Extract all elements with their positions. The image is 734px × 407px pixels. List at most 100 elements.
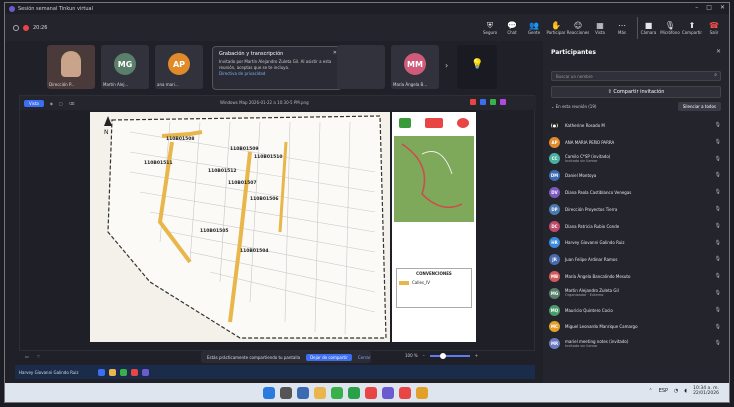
map-legend-panel: CONVENCIONES Calles_IV <box>392 112 476 342</box>
chevron-up-icon[interactable]: ⌃ <box>648 388 652 394</box>
zoom-value[interactable]: 100 % <box>405 353 418 358</box>
microphone-icon[interactable]: 🎙 <box>715 340 721 346</box>
participant-row[interactable]: DV Diana Paola Castiblanco Venegas 🎙 <box>549 184 725 201</box>
file-explorer-icon[interactable] <box>314 387 326 399</box>
wifi-icon[interactable]: ◔ <box>674 388 678 394</box>
microphone-icon[interactable]: 🎙 <box>715 256 721 262</box>
mute-all-button[interactable]: Silenciar a todos <box>677 102 721 111</box>
participant-row[interactable]: MB María Ángela Bancalindo Mesuto 🎙 <box>549 268 725 285</box>
app-icon[interactable] <box>416 387 428 399</box>
language-indicator[interactable]: ESP <box>659 388 668 394</box>
microphone-icon[interactable]: 🎙 <box>715 324 721 330</box>
color-swatch[interactable] <box>500 99 506 105</box>
phone-icon: ☎ <box>709 21 719 30</box>
toolbar-microphone-button[interactable]: 🎙 Micrófono <box>659 17 681 39</box>
spotify-icon[interactable] <box>331 387 343 399</box>
view-button[interactable]: Vista <box>24 99 44 107</box>
participant-row[interactable]: DP Dirección Proyectos Tierra 🎙 <box>549 201 725 218</box>
avatar: MG <box>114 53 136 75</box>
toolbar-share-button[interactable]: ⬆ Compartir <box>681 17 703 39</box>
task-view-icon[interactable] <box>297 387 309 399</box>
toolbar-more-button[interactable]: ⋯ Más <box>611 17 633 39</box>
participant-tile[interactable]: MM María Ángela B... <box>391 45 439 89</box>
close-icon[interactable]: ✕ <box>720 4 725 11</box>
toolbar-smile-button[interactable]: ☺ Reacciones <box>567 17 590 39</box>
heart-icon[interactable]: ♡ <box>37 354 41 359</box>
microphone-icon[interactable]: 🎙 <box>715 240 721 246</box>
microphone-icon[interactable]: 🎙 <box>715 189 721 195</box>
color-swatch[interactable] <box>480 99 486 105</box>
microphone-icon[interactable]: 🎙 <box>715 156 721 162</box>
whatsapp-icon[interactable] <box>348 387 360 399</box>
participant-tile[interactable] <box>337 45 385 89</box>
screen-icon[interactable]: ▭ <box>25 354 29 359</box>
zoom-out-icon[interactable]: – <box>423 353 425 358</box>
participant-row[interactable]: (●) Katherine Rosado M 🎙 <box>549 117 725 134</box>
toolbar-camera-button[interactable]: ■ Cámara <box>637 17 659 39</box>
participant-tile[interactable]: MG Martín Alej... <box>101 45 149 89</box>
participant-row[interactable]: MQ Mauricio Quintero Cocio 🎙 <box>549 302 725 319</box>
participant-row[interactable]: CC Camilo C*SP (invitado) Invitado sin lla… <box>549 151 725 168</box>
app-icon[interactable] <box>365 387 377 399</box>
toolbar-phone-button[interactable]: ☎ Salir <box>703 17 725 39</box>
toolbar-grid-button[interactable]: ▦ Vista <box>589 17 611 39</box>
clock[interactable]: 10:34 a. m. 22/01/2026 <box>693 386 719 396</box>
chevron-right-icon[interactable]: › <box>445 61 448 70</box>
microphone-icon[interactable]: 🎙 <box>715 172 721 178</box>
stop-sharing-button[interactable]: Dejar de compartir <box>306 353 352 361</box>
microphone-icon[interactable]: 🎙 <box>715 223 721 229</box>
minimize-icon[interactable]: – <box>695 4 698 11</box>
lightbulb-tile[interactable]: 💡 <box>457 45 497 89</box>
color-swatch[interactable] <box>490 99 496 105</box>
toolbar-hand-button[interactable]: ✋ Participar <box>545 17 567 39</box>
chrome-icon[interactable] <box>399 387 411 399</box>
participant-row[interactable]: HR Harvey Giovanni Galindo Ruiz 🎙 <box>549 235 725 252</box>
participant-row[interactable]: MC Miguel Leonardo Manrique Camargo 🎙 <box>549 319 725 336</box>
participant-row[interactable]: DM Daniel Montoya 🎙 <box>549 167 725 184</box>
search-icon[interactable]: ⌕ <box>714 72 717 78</box>
microphone-icon[interactable]: 🎙 <box>715 139 721 145</box>
participant-row[interactable]: MR mariel meeting notes (invitado) Invitad… <box>549 335 725 352</box>
participant-name: ANA MARIA PEÑO PARRA <box>565 140 614 145</box>
info-icon[interactable] <box>13 24 19 31</box>
toolbar-shield-button[interactable]: ⛨ Seguro <box>479 17 501 39</box>
avatar: (●) <box>549 119 560 131</box>
close-panel-icon[interactable]: ✕ <box>716 48 721 55</box>
search-icon[interactable] <box>280 387 292 399</box>
toolbar-chat-button[interactable]: 💬 Chat <box>501 17 523 39</box>
volume-icon[interactable]: ◖ <box>684 388 687 394</box>
toolbar-label: Compartir <box>681 30 703 35</box>
tool-icon[interactable]: ▢ <box>59 101 63 106</box>
participant-tile[interactable]: AP ana mari... <box>155 45 203 89</box>
participant-row[interactable]: DC Diana Patricia Rubio Conde 🎙 <box>549 218 725 235</box>
share-invite-button[interactable]: ⇪ Compartir invitación <box>551 86 721 98</box>
privacy-link[interactable]: Directiva de privacidad <box>219 71 335 77</box>
grid-icon: ▦ <box>596 21 604 30</box>
microphone-icon[interactable]: 🎙 <box>715 206 721 212</box>
avatar: AP <box>168 53 190 75</box>
participant-row[interactable]: MG Martin Alejandro Zuleta Gil Organizador… <box>549 285 725 302</box>
participant-subtitle: Invitado sin llamar <box>565 158 598 163</box>
microphone-icon[interactable]: 🎙 <box>715 122 721 128</box>
participant-row[interactable]: JR Juan Felipe Ardinar Ramos 🎙 <box>549 251 725 268</box>
close-banner-button[interactable]: Cerrar <box>358 355 371 360</box>
participant-tile[interactable]: Dirección P... <box>47 45 95 89</box>
in-meeting-count[interactable]: ⌄ En esta reunión (19) <box>551 104 596 109</box>
tool-icon[interactable]: ⌫ <box>69 101 75 106</box>
app-icon <box>98 368 106 376</box>
zoom-slider[interactable] <box>429 352 470 359</box>
zoom-knob[interactable] <box>439 352 446 359</box>
start-icon[interactable] <box>263 387 275 399</box>
color-swatch[interactable] <box>470 99 476 105</box>
maximize-icon[interactable]: □ <box>706 4 712 11</box>
microphone-icon[interactable]: 🎙 <box>715 307 721 313</box>
participant-search-input[interactable]: Buscar un nombre <box>551 71 721 81</box>
tool-icon[interactable]: ◈ <box>50 101 53 106</box>
teams-icon[interactable] <box>382 387 394 399</box>
toolbar-people-button[interactable]: 👥 Gente <box>523 17 545 39</box>
toolbar-label: Seguro <box>482 30 498 35</box>
microphone-icon[interactable]: 🎙 <box>715 290 721 296</box>
participant-row[interactable]: AP ANA MARIA PEÑO PARRA 🎙 <box>549 134 725 151</box>
microphone-icon[interactable]: 🎙 <box>715 273 721 279</box>
zoom-in-icon[interactable]: + <box>475 353 478 358</box>
